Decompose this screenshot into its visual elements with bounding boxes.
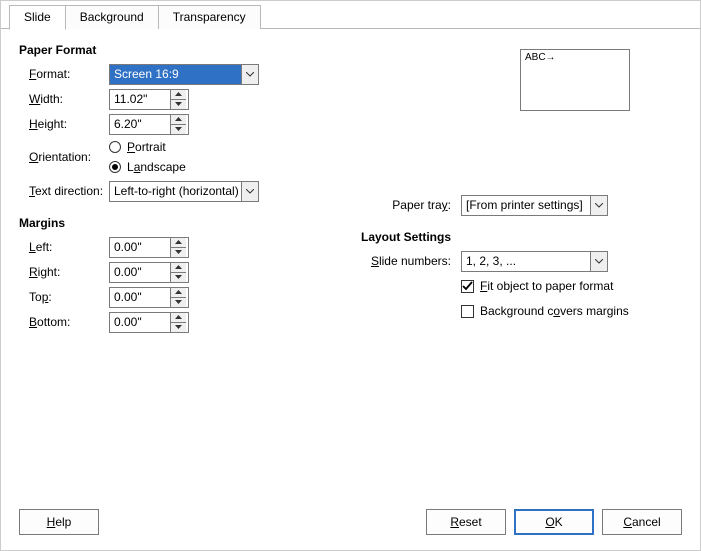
background-covers-margins-checkbox[interactable]: Background covers margins — [461, 302, 629, 320]
margin-top-label: Top: — [19, 290, 109, 304]
margin-left-input[interactable] — [110, 238, 170, 257]
width-input[interactable] — [110, 90, 170, 109]
text-direction-combo[interactable]: Left-to-right (horizontal) — [109, 181, 259, 202]
spin-up-icon[interactable] — [171, 263, 186, 272]
format-label: Format: — [19, 67, 109, 81]
margin-top-spin[interactable] — [109, 287, 189, 308]
slide-properties-dialog: Slide Background Transparency Paper Form… — [0, 0, 701, 551]
tabstrip: Slide Background Transparency — [1, 1, 700, 29]
reset-button[interactable]: Reset — [426, 509, 506, 535]
tab-background[interactable]: Background — [65, 5, 159, 29]
margin-bottom-input[interactable] — [110, 313, 170, 332]
orientation-landscape-radio[interactable]: Landscape — [109, 158, 186, 176]
orientation-label: Orientation: — [19, 150, 109, 164]
spin-up-icon[interactable] — [171, 288, 186, 297]
slide-numbers-combo[interactable]: 1, 2, 3, ... — [461, 251, 608, 272]
section-layout-settings: Layout Settings — [361, 230, 682, 244]
paper-tray-combo[interactable]: [From printer settings] — [461, 195, 608, 216]
spin-up-icon[interactable] — [171, 313, 186, 322]
chevron-down-icon[interactable] — [241, 65, 258, 84]
margin-bottom-spin[interactable] — [109, 312, 189, 333]
chevron-down-icon[interactable] — [590, 196, 607, 215]
margin-top-input[interactable] — [110, 288, 170, 307]
width-label: Width: — [19, 92, 109, 106]
help-button[interactable]: Help — [19, 509, 99, 535]
height-label: Height: — [19, 117, 109, 131]
spin-down-icon[interactable] — [171, 272, 186, 282]
text-direction-label: Text direction: — [19, 184, 109, 198]
margin-right-spin[interactable] — [109, 262, 189, 283]
fit-object-checkbox[interactable]: Fit object to paper format — [461, 277, 613, 295]
ok-button[interactable]: OK — [514, 509, 594, 535]
spin-down-icon[interactable] — [171, 322, 186, 332]
spin-down-icon[interactable] — [171, 247, 186, 257]
margin-right-label: Right: — [19, 265, 109, 279]
margin-left-label: Left: — [19, 240, 109, 254]
margin-left-spin[interactable] — [109, 237, 189, 258]
margin-bottom-label: Bottom: — [19, 315, 109, 329]
spin-down-icon[interactable] — [171, 99, 186, 109]
tab-transparency[interactable]: Transparency — [158, 5, 261, 29]
spin-down-icon[interactable] — [171, 124, 186, 134]
dialog-footer: Help Reset OK Cancel — [1, 494, 700, 550]
chevron-down-icon[interactable] — [241, 182, 258, 201]
tab-content-slide: Paper Format Format: Screen 16:9 Width: … — [1, 29, 700, 494]
height-spin[interactable] — [109, 114, 189, 135]
spin-up-icon[interactable] — [171, 90, 186, 99]
spin-up-icon[interactable] — [171, 238, 186, 247]
orientation-portrait-radio[interactable]: Portrait — [109, 138, 186, 156]
margin-right-input[interactable] — [110, 263, 170, 282]
spin-down-icon[interactable] — [171, 297, 186, 307]
format-combo[interactable]: Screen 16:9 — [109, 64, 259, 85]
chevron-down-icon[interactable] — [590, 252, 607, 271]
spin-up-icon[interactable] — [171, 115, 186, 124]
slide-numbers-label: Slide numbers: — [361, 254, 461, 268]
height-input[interactable] — [110, 115, 170, 134]
tab-slide[interactable]: Slide — [9, 5, 66, 30]
width-spin[interactable] — [109, 89, 189, 110]
paper-tray-label: Paper tray: — [361, 198, 461, 212]
cancel-button[interactable]: Cancel — [602, 509, 682, 535]
orientation-preview: ABC→ — [520, 49, 630, 111]
